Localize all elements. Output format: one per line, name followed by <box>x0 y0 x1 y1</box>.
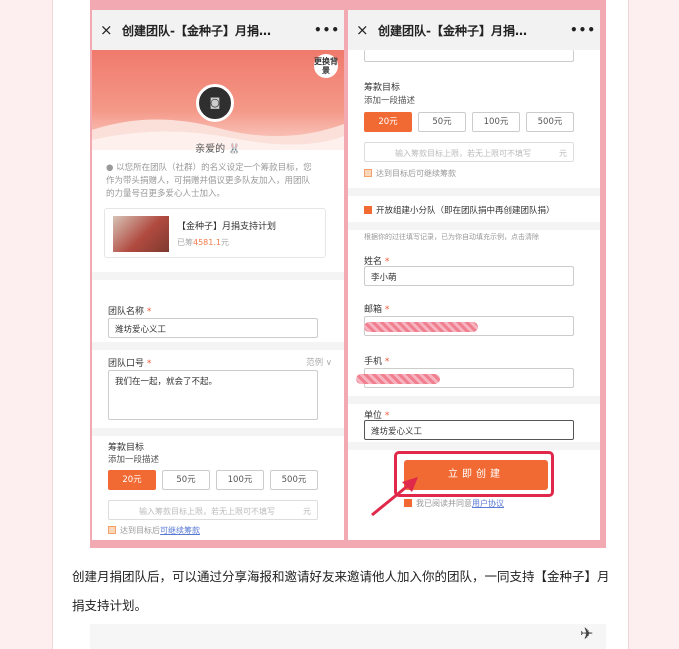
swallow-icon: ✈ <box>580 624 594 643</box>
right-margin <box>629 0 679 649</box>
page: × 创建团队-【金种子】月捐… ••• 更换背景 ◙ 亲爱的 🐰 ● 以您所在团… <box>0 0 679 649</box>
caption-text: 创建月捐团队后，可以通过分享海报和邀请好友来邀请他人加入你的团队，一同支持【金种… <box>72 569 610 613</box>
left-margin <box>0 0 52 649</box>
screenshot-image: × 创建团队-【金种子】月捐… ••• 更换背景 ◙ 亲爱的 🐰 ● 以您所在团… <box>90 0 606 548</box>
next-image-strip <box>90 624 606 649</box>
annotation-arrow <box>371 477 418 517</box>
